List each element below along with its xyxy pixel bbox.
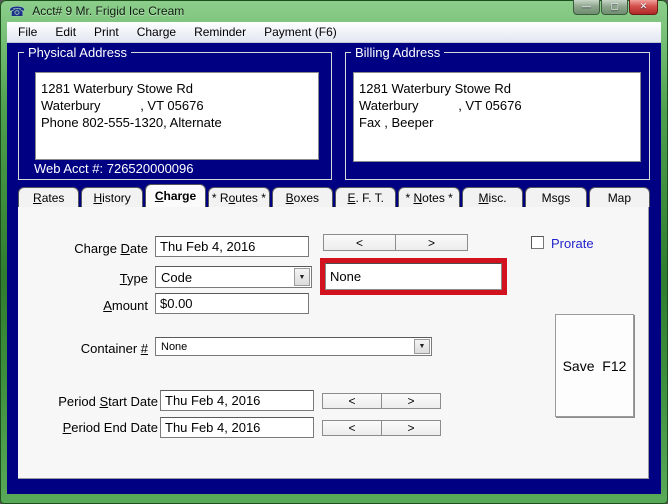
tab-msgs[interactable]: Msgs xyxy=(525,187,587,207)
period-end-label: Period End Date xyxy=(62,420,158,435)
container-dropdown-value: None xyxy=(161,340,188,353)
billing-address-box: 1281 Waterbury Stowe Rd Waterbury , VT 0… xyxy=(353,72,641,162)
billing-address-group: Billing Address 1281 Waterbury Stowe Rd … xyxy=(345,45,650,180)
tab-notes[interactable]: * Notes * xyxy=(398,187,460,207)
period-end-next-button[interactable]: > xyxy=(381,420,441,436)
tab-label: Boxes xyxy=(285,190,320,205)
tab-label: History xyxy=(93,190,131,205)
tab-boxes[interactable]: Boxes xyxy=(271,187,334,207)
charge-date-nav: < > xyxy=(323,234,468,251)
tab-label: * Routes * xyxy=(211,190,266,205)
amount-label: Amount xyxy=(103,298,148,313)
tab-routes[interactable]: * Routes * xyxy=(208,187,270,207)
minimize-button-icon[interactable]: — xyxy=(573,0,600,15)
physical-address-line: Waterbury , VT 05676 xyxy=(41,98,204,113)
period-start-prev-button[interactable]: < xyxy=(322,393,382,409)
prorate-label: Prorate xyxy=(551,236,594,251)
tab-label: Msgs xyxy=(541,190,571,205)
period-end-prev-button[interactable]: < xyxy=(322,420,382,436)
container-label: Container # xyxy=(80,341,148,356)
menu-reminder[interactable]: Reminder xyxy=(185,23,255,41)
charge-date-next-button[interactable]: > xyxy=(395,234,468,251)
window-controls: — ▢ ✕ xyxy=(572,0,658,15)
menu-edit[interactable]: Edit xyxy=(46,23,85,41)
maximize-button-icon[interactable]: ▢ xyxy=(601,0,628,15)
amount-field[interactable]: $0.00 xyxy=(155,293,309,314)
billing-address-title: Billing Address xyxy=(351,45,445,60)
tab-charge[interactable]: Charge xyxy=(144,184,207,207)
web-account-number: Web Acct #: 726520000096 xyxy=(34,161,194,176)
physical-address-line: 1281 Waterbury Stowe Rd xyxy=(41,81,193,96)
type-label: Type xyxy=(119,271,148,286)
billing-address-line: Waterbury , VT 05676 xyxy=(359,98,522,113)
dropdown-arrow-icon[interactable]: ▼ xyxy=(294,268,310,286)
charge-code-field[interactable]: None xyxy=(325,263,502,290)
tab-label: Misc. xyxy=(478,190,507,205)
tab-strip: Rates History Charge * Routes * Boxes E.… xyxy=(18,184,651,207)
app-icon: ☎ xyxy=(9,3,26,19)
charge-tab-panel: Charge Date Thu Feb 4, 2016 < > Prorate … xyxy=(18,207,649,479)
billing-address-line: Fax , Beeper xyxy=(359,115,434,130)
highlight-red-box: None xyxy=(320,258,507,295)
tab-label: * Notes * xyxy=(405,190,453,205)
tab-label: Charge xyxy=(154,189,197,203)
type-dropdown[interactable]: Code ▼ xyxy=(155,266,312,288)
physical-address-title: Physical Address xyxy=(24,45,131,60)
billing-address-line: 1281 Waterbury Stowe Rd xyxy=(359,81,511,96)
charge-date-field[interactable]: Thu Feb 4, 2016 xyxy=(155,236,309,257)
period-start-nav: < > xyxy=(322,393,441,409)
period-start-label: Period Start Date xyxy=(58,394,158,409)
close-button-icon[interactable]: ✕ xyxy=(629,0,658,15)
menu-charge[interactable]: Charge xyxy=(128,23,185,41)
period-end-field[interactable]: Thu Feb 4, 2016 xyxy=(160,417,314,438)
charge-date-label: Charge Date xyxy=(74,241,148,256)
window-title: Acct# 9 Mr. Frigid Ice Cream xyxy=(32,4,185,18)
period-end-nav: < > xyxy=(322,420,441,436)
menu-file[interactable]: File xyxy=(9,23,46,41)
tab-rates[interactable]: Rates xyxy=(18,187,80,207)
title-bar[interactable]: ☎ Acct# 9 Mr. Frigid Ice Cream — ▢ ✕ xyxy=(0,0,668,22)
type-dropdown-value: Code xyxy=(161,269,193,285)
dropdown-arrow-icon[interactable]: ▼ xyxy=(414,339,430,354)
period-start-field[interactable]: Thu Feb 4, 2016 xyxy=(160,390,314,411)
container-dropdown[interactable]: None ▼ xyxy=(155,337,432,356)
charge-date-prev-button[interactable]: < xyxy=(323,234,396,251)
tab-label: E. F. T. xyxy=(347,190,384,205)
menu-print[interactable]: Print xyxy=(85,23,128,41)
app-window: ☎ Acct# 9 Mr. Frigid Ice Cream — ▢ ✕ Fil… xyxy=(0,0,668,504)
menu-payment[interactable]: Payment (F6) xyxy=(255,23,346,41)
physical-address-line: Phone 802-555-1320, Alternate xyxy=(41,115,222,130)
tab-label: Rates xyxy=(33,190,65,205)
period-start-next-button[interactable]: > xyxy=(381,393,441,409)
tab-history[interactable]: History xyxy=(81,187,143,207)
tab-misc[interactable]: Misc. xyxy=(461,187,524,207)
prorate-checkbox[interactable] xyxy=(531,236,544,249)
tab-map[interactable]: Map xyxy=(588,187,651,207)
menu-bar: File Edit Print Charge Reminder Payment … xyxy=(7,22,661,43)
save-button[interactable]: Save F12 xyxy=(555,314,634,417)
tab-eft[interactable]: E. F. T. xyxy=(335,187,397,207)
tab-label: Map xyxy=(607,190,632,205)
physical-address-box: 1281 Waterbury Stowe Rd Waterbury , VT 0… xyxy=(35,72,319,160)
